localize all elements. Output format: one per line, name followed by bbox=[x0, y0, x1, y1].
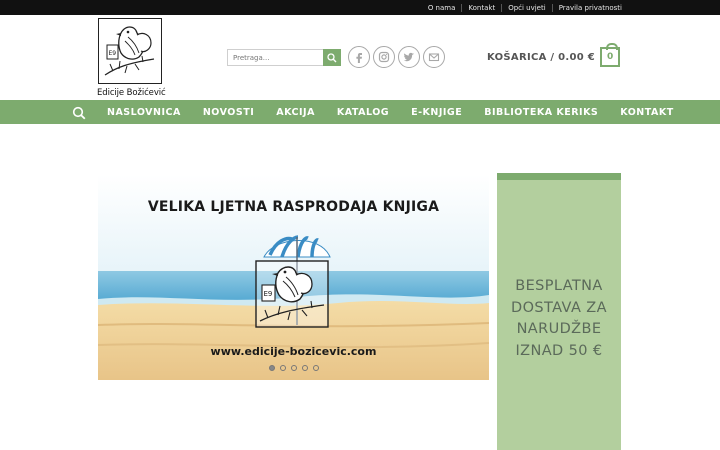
search-input[interactable] bbox=[227, 49, 323, 66]
email-link[interactable] bbox=[423, 46, 445, 68]
top-link-contact[interactable]: Kontakt bbox=[461, 3, 501, 12]
svg-text:E9: E9 bbox=[264, 290, 273, 298]
facebook-icon bbox=[356, 53, 362, 63]
cart-count-badge: 0 bbox=[600, 43, 621, 67]
nav-items: NASLOVNICA NOVOSTI AKCIJA KATALOG E-KNJI… bbox=[96, 100, 685, 124]
main-nav: NASLOVNICA NOVOSTI AKCIJA KATALOG E-KNJI… bbox=[0, 100, 720, 124]
top-link-about[interactable]: O nama bbox=[422, 4, 462, 12]
nav-search-icon[interactable] bbox=[72, 106, 86, 120]
slider-dot[interactable] bbox=[290, 365, 297, 371]
nav-item-ebooks[interactable]: E-KNJIGE bbox=[400, 107, 473, 118]
nav-item-contact[interactable]: KONTAKT bbox=[609, 107, 684, 118]
search-button[interactable] bbox=[323, 49, 341, 66]
free-shipping-promo: BESPLATNA DOSTAVA ZA NARUDŽBE IZNAD 50 € bbox=[497, 173, 621, 450]
nav-item-home[interactable]: NASLOVNICA bbox=[96, 107, 192, 118]
top-link-privacy[interactable]: Pravila privatnosti bbox=[551, 3, 628, 12]
logo-text: Edicije Božićević bbox=[97, 88, 166, 98]
logo-image: E9 bbox=[98, 18, 162, 84]
banner-title: VELIKA LJETNA RASPRODAJA KNJIGA bbox=[147, 199, 440, 215]
svg-text:E9: E9 bbox=[109, 50, 117, 57]
nav-item-library[interactable]: BIBLIOTEKA KERIKS bbox=[473, 107, 609, 118]
facebook-link[interactable] bbox=[348, 46, 370, 68]
slider-dots bbox=[98, 365, 489, 371]
slider-dot[interactable] bbox=[301, 365, 308, 371]
instagram-icon bbox=[378, 51, 390, 63]
header-search bbox=[227, 49, 341, 66]
instagram-link[interactable] bbox=[373, 46, 395, 68]
banner-url: www.edicije-bozicevic.com bbox=[210, 345, 377, 358]
slider-dot[interactable] bbox=[279, 365, 286, 371]
nav-item-catalog[interactable]: KATALOG bbox=[326, 107, 400, 118]
slider-dot[interactable] bbox=[268, 365, 275, 371]
top-link-terms[interactable]: Opći uvjeti bbox=[501, 3, 552, 12]
hero-slider[interactable]: E9 VELIKA LJETNA RASPRODAJA KNJIGA www.e… bbox=[98, 175, 489, 380]
cart[interactable]: KOŠARICA / 0.00 € 0 bbox=[487, 43, 621, 67]
promo-text: BESPLATNA DOSTAVA ZA NARUDŽBE IZNAD 50 € bbox=[511, 278, 607, 359]
nav-item-news[interactable]: NOVOSTI bbox=[192, 107, 265, 118]
logo[interactable]: E9 Edicije Božićević bbox=[97, 18, 166, 98]
top-links: O nama Kontakt Opći uvjeti Pravila priva… bbox=[422, 0, 628, 15]
twitter-link[interactable] bbox=[398, 46, 420, 68]
nav-item-sale[interactable]: AKCIJA bbox=[265, 107, 326, 118]
twitter-icon bbox=[403, 52, 414, 62]
top-bar: O nama Kontakt Opći uvjeti Pravila priva… bbox=[0, 0, 720, 15]
cart-label: KOŠARICA / 0.00 € bbox=[487, 51, 596, 63]
search-icon bbox=[327, 52, 337, 62]
email-icon bbox=[428, 53, 440, 62]
slider-dot[interactable] bbox=[312, 365, 319, 371]
social-icons bbox=[348, 46, 445, 68]
